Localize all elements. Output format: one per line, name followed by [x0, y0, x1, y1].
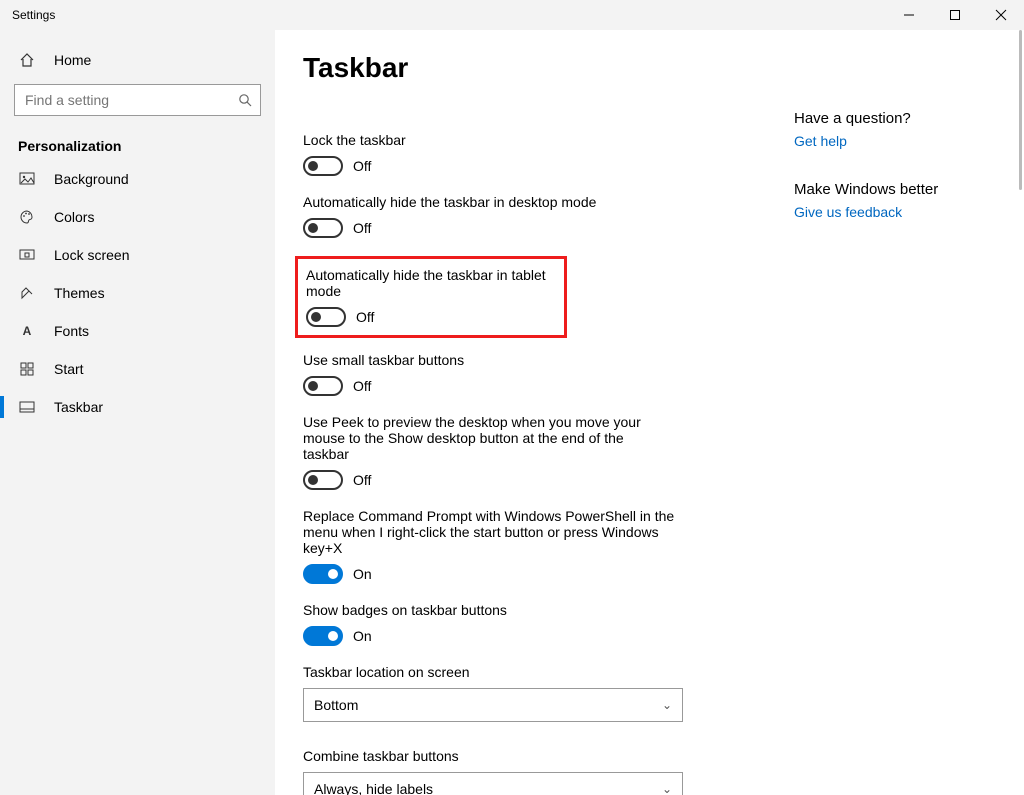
home-label: Home	[54, 52, 91, 68]
toggle-state: Off	[353, 158, 371, 174]
toggle-state: Off	[353, 378, 371, 394]
search-box[interactable]	[14, 84, 261, 116]
close-button[interactable]	[978, 0, 1024, 30]
select-value: Always, hide labels	[314, 781, 433, 795]
setting-label: Use Peek to preview the desktop when you…	[303, 414, 673, 462]
home-icon	[18, 52, 36, 68]
chevron-down-icon: ⌄	[662, 698, 672, 712]
link-give-feedback[interactable]: Give us feedback	[794, 204, 994, 220]
chevron-down-icon: ⌄	[662, 782, 672, 795]
select-taskbar-location[interactable]: Bottom ⌄	[303, 688, 683, 722]
setting-hide-tablet: Automatically hide the taskbar in tablet…	[306, 267, 564, 327]
toggle-hide-desktop[interactable]	[303, 218, 343, 238]
setting-small-buttons: Use small taskbar buttons Off	[303, 352, 803, 396]
setting-powershell: Replace Command Prompt with Windows Powe…	[303, 508, 803, 584]
toggle-hide-tablet[interactable]	[306, 307, 346, 327]
setting-label: Show badges on taskbar buttons	[303, 602, 803, 618]
toggle-state: Off	[356, 309, 374, 325]
toggle-badges[interactable]	[303, 626, 343, 646]
picture-icon	[18, 171, 36, 187]
sidebar-item-label: Background	[54, 171, 129, 187]
setting-label: Automatically hide the taskbar in deskto…	[303, 194, 803, 210]
maximize-button[interactable]	[932, 0, 978, 30]
setting-label: Taskbar location on screen	[303, 664, 803, 680]
select-value: Bottom	[314, 697, 358, 713]
themes-icon	[18, 285, 36, 301]
link-get-help[interactable]: Get help	[794, 133, 994, 149]
toggle-state: Off	[353, 472, 371, 488]
scrollbar-thumb[interactable]	[1019, 30, 1022, 190]
setting-label: Use small taskbar buttons	[303, 352, 803, 368]
toggle-small-buttons[interactable]	[303, 376, 343, 396]
titlebar: Settings	[0, 0, 1024, 30]
setting-label: Lock the taskbar	[303, 132, 803, 148]
setting-combine: Combine taskbar buttons Always, hide lab…	[303, 748, 803, 795]
setting-location: Taskbar location on screen Bottom ⌄	[303, 664, 803, 722]
rail-question-heading: Have a question?	[794, 110, 994, 127]
start-icon	[18, 361, 36, 377]
sidebar-item-background[interactable]: Background	[0, 160, 275, 198]
sidebar-item-label: Lock screen	[54, 247, 129, 263]
fonts-icon: A	[18, 324, 36, 338]
main-content[interactable]: Taskbar Lock the taskbar Off Automatical…	[275, 30, 1024, 795]
setting-label: Combine taskbar buttons	[303, 748, 803, 764]
toggle-lock-taskbar[interactable]	[303, 156, 343, 176]
window-title: Settings	[12, 8, 55, 22]
body: Home Personalization Background Colors	[0, 30, 1024, 795]
category-label: Personalization	[0, 128, 275, 160]
setting-peek: Use Peek to preview the desktop when you…	[303, 414, 803, 490]
right-rail: Have a question? Get help Make Windows b…	[794, 110, 994, 252]
setting-label: Replace Command Prompt with Windows Powe…	[303, 508, 683, 556]
sidebar-item-taskbar[interactable]: Taskbar	[0, 388, 275, 426]
sidebar-item-lock-screen[interactable]: Lock screen	[0, 236, 275, 274]
sidebar-item-label: Themes	[54, 285, 105, 301]
toggle-peek[interactable]	[303, 470, 343, 490]
setting-label: Automatically hide the taskbar in tablet…	[306, 267, 564, 299]
sidebar-item-label: Colors	[54, 209, 94, 225]
home-button[interactable]: Home	[0, 42, 275, 78]
palette-icon	[18, 209, 36, 225]
sidebar-item-colors[interactable]: Colors	[0, 198, 275, 236]
sidebar-item-start[interactable]: Start	[0, 350, 275, 388]
setting-lock-taskbar: Lock the taskbar Off	[303, 132, 803, 176]
page-title: Taskbar	[303, 52, 996, 84]
sidebar: Home Personalization Background Colors	[0, 30, 275, 795]
sidebar-item-label: Start	[54, 361, 84, 377]
highlighted-setting: Automatically hide the taskbar in tablet…	[295, 256, 567, 338]
toggle-state: On	[353, 628, 372, 644]
search-input[interactable]	[23, 91, 238, 109]
setting-hide-desktop: Automatically hide the taskbar in deskto…	[303, 194, 803, 238]
toggle-powershell[interactable]	[303, 564, 343, 584]
setting-badges: Show badges on taskbar buttons On	[303, 602, 803, 646]
search-icon	[238, 93, 252, 107]
sidebar-item-themes[interactable]: Themes	[0, 274, 275, 312]
rail-feedback-heading: Make Windows better	[794, 181, 994, 198]
toggle-state: On	[353, 566, 372, 582]
lock-screen-icon	[18, 247, 36, 263]
taskbar-icon	[18, 399, 36, 415]
minimize-button[interactable]	[886, 0, 932, 30]
sidebar-item-fonts[interactable]: A Fonts	[0, 312, 275, 350]
settings-window: Settings Home	[0, 0, 1024, 795]
sidebar-item-label: Fonts	[54, 323, 89, 339]
toggle-state: Off	[353, 220, 371, 236]
select-combine-buttons[interactable]: Always, hide labels ⌄	[303, 772, 683, 795]
sidebar-item-label: Taskbar	[54, 399, 103, 415]
